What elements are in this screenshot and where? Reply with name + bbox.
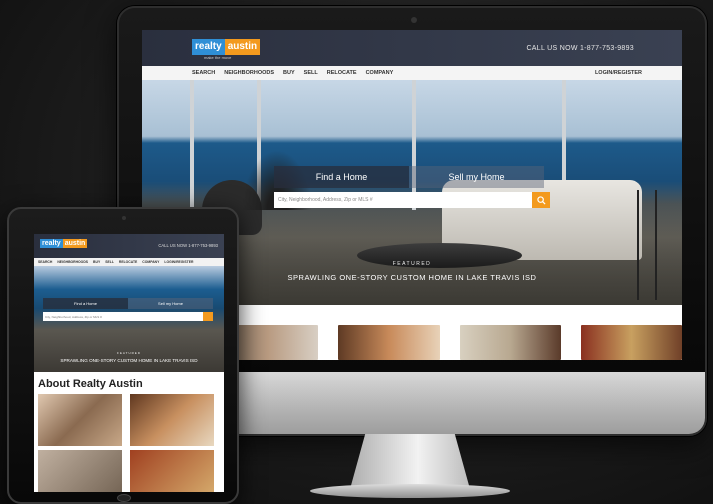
nav-sell[interactable]: SELL: [304, 70, 318, 76]
nav-neighborhoods[interactable]: NEIGHBORHOODS: [57, 260, 88, 264]
photo-thumbnail[interactable]: [130, 394, 214, 446]
logo-austin-text: austin: [62, 239, 88, 248]
nav-relocate[interactable]: RELOCATE: [327, 70, 357, 76]
tab-find-a-home[interactable]: Find a Home: [274, 166, 409, 188]
logo-realty-text: realty: [192, 39, 225, 55]
camera-icon: [411, 17, 417, 23]
search-button[interactable]: [532, 192, 550, 208]
phone-number[interactable]: CALL US NOW 1-877-753-9893: [526, 45, 634, 52]
tablet-hero-image: Find a Home Sell my Home FEATURED SPRAWL…: [34, 266, 224, 372]
tablet-featured-title[interactable]: SPRAWLING ONE-STORY CUSTOM HOME IN LAKE …: [34, 358, 224, 363]
tablet-search-bar: [43, 312, 213, 321]
search-icon: [536, 195, 546, 205]
tab-sell-my-home[interactable]: Sell my Home: [409, 166, 544, 188]
nav-sell[interactable]: SELL: [105, 260, 114, 264]
nav-login-register[interactable]: LOGIN/REGISTER: [164, 260, 193, 264]
search-tabs: Find a Home Sell my Home: [274, 166, 544, 188]
tablet-search-tabs: Find a Home Sell my Home: [43, 298, 213, 309]
search-bar: [274, 192, 550, 208]
tablet-search-button[interactable]: [203, 312, 213, 321]
tablet-header-bar: realty austin CALL US NOW 1-877-753-9893: [34, 234, 224, 258]
main-nav: SEARCH NEIGHBORHOODS BUY SELL RELOCATE C…: [142, 66, 682, 80]
tab-sell-my-home[interactable]: Sell my Home: [128, 298, 213, 309]
window-frame: [190, 80, 194, 210]
tablet-device: realty austin CALL US NOW 1-877-753-9893…: [7, 207, 239, 504]
window-frame: [412, 80, 416, 210]
tablet-nav: SEARCH NEIGHBORHOODS BUY SELL RELOCATE C…: [34, 258, 224, 266]
nav-company[interactable]: COMPANY: [366, 70, 394, 76]
search-input[interactable]: [274, 192, 532, 208]
logo-realty-text: realty: [40, 239, 63, 248]
nav-relocate[interactable]: RELOCATE: [119, 260, 137, 264]
photo-thumbnail[interactable]: [580, 325, 682, 360]
about-heading: About Realty Austin: [38, 378, 143, 390]
header-bar: realty austin make the move CALL US NOW …: [142, 30, 682, 66]
tablet-logo[interactable]: realty austin: [40, 239, 88, 248]
photo-thumbnail[interactable]: [459, 325, 561, 360]
nav-neighborhoods[interactable]: NEIGHBORHOODS: [224, 70, 274, 76]
nav-search[interactable]: SEARCH: [38, 260, 52, 264]
photo-thumbnail[interactable]: [130, 450, 214, 492]
nav-search[interactable]: SEARCH: [192, 70, 215, 76]
tablet-photo-grid: [34, 394, 224, 492]
tablet-search-input[interactable]: [43, 312, 203, 321]
tab-find-a-home[interactable]: Find a Home: [43, 298, 128, 309]
logo-austin-text: austin: [224, 39, 261, 55]
nav-buy[interactable]: BUY: [93, 260, 100, 264]
logo[interactable]: realty austin: [192, 38, 261, 56]
logo-tagline: make the move: [204, 55, 232, 60]
tablet-screen: realty austin CALL US NOW 1-877-753-9893…: [34, 234, 224, 492]
nav-buy[interactable]: BUY: [283, 70, 295, 76]
hero-lamp: [637, 190, 657, 300]
photo-thumbnail[interactable]: [38, 394, 122, 446]
tablet-phone-number[interactable]: CALL US NOW 1-877-753-9893: [158, 243, 218, 248]
camera-icon: [122, 216, 126, 220]
monitor-stand-base: [310, 484, 510, 498]
photo-thumbnail[interactable]: [38, 450, 122, 492]
nav-company[interactable]: COMPANY: [142, 260, 159, 264]
tablet-featured-label: FEATURED: [117, 351, 141, 355]
photo-thumbnail[interactable]: [338, 325, 440, 360]
login-register-link[interactable]: LOGIN/REGISTER: [595, 70, 642, 76]
home-button[interactable]: [117, 494, 131, 502]
